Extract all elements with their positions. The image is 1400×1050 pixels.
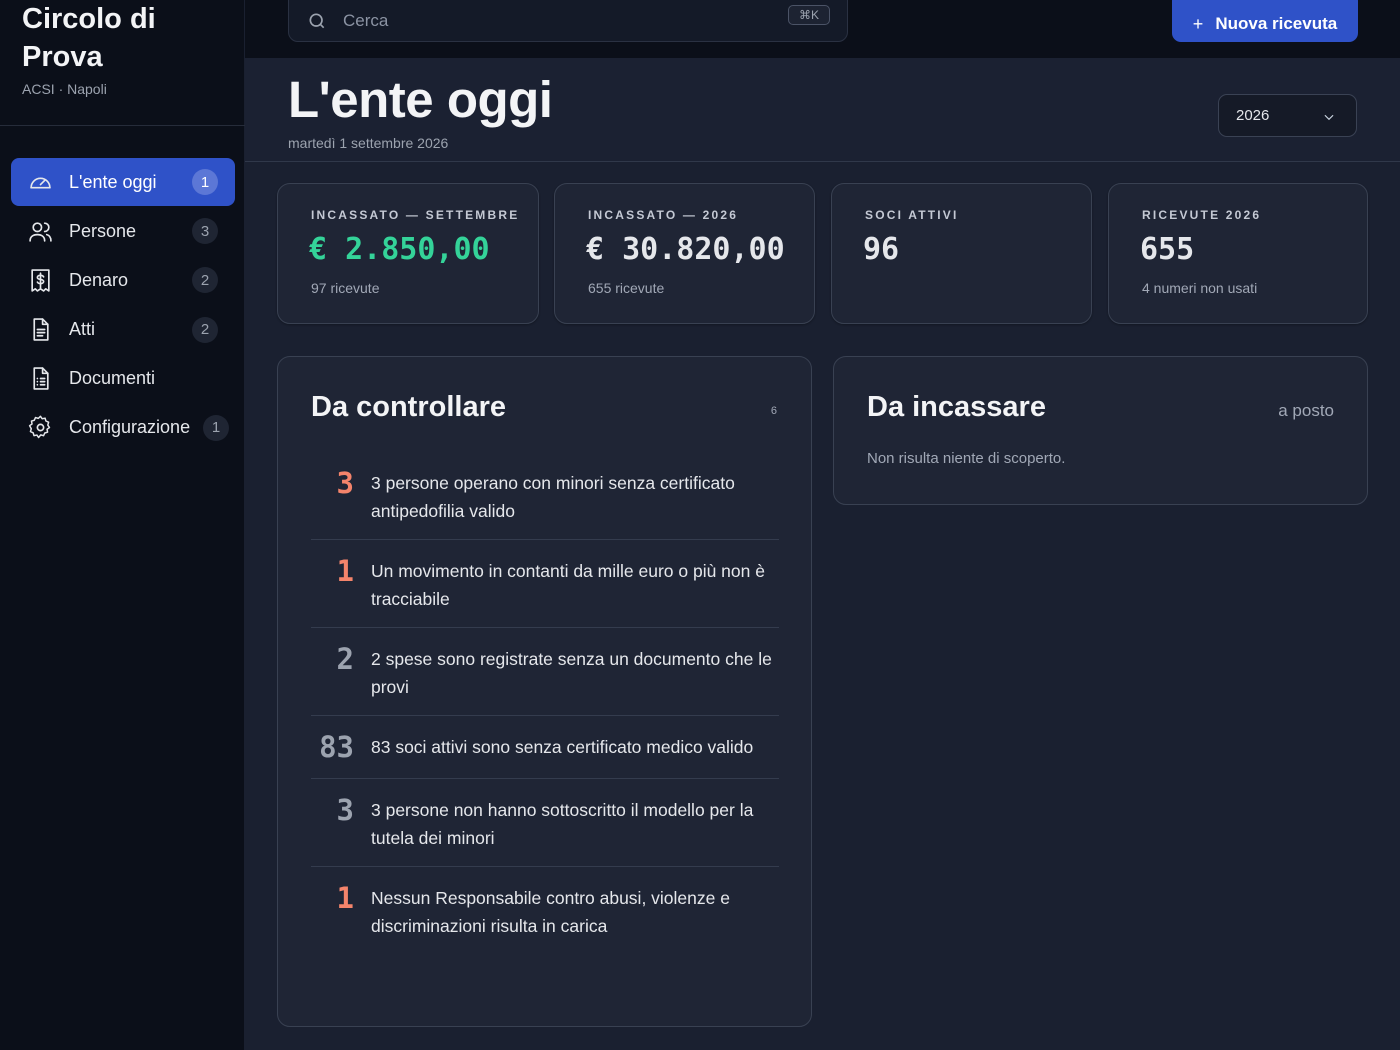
document-icon xyxy=(27,317,53,343)
sidebar-item-badge: 2 xyxy=(192,267,218,294)
sidebar-item-label: Documenti xyxy=(69,368,156,389)
check-text: 2 spese sono registrate senza un documen… xyxy=(371,649,772,697)
year-select-value: 2026 xyxy=(1236,107,1270,124)
check-text: 3 persone non hanno sottoscritto il mode… xyxy=(371,800,754,848)
page-date: martedì 1 settembre 2026 xyxy=(288,135,449,151)
sidebar-item-ente-oggi[interactable]: L'ente oggi 1 xyxy=(11,158,235,206)
stat-sub: 97 ricevute xyxy=(311,280,380,296)
stat-sub: 655 ricevute xyxy=(588,280,665,296)
stat-sub: 4 numeri non usati xyxy=(1142,280,1258,296)
check-count: 2 xyxy=(336,642,354,676)
users-icon xyxy=(27,218,53,244)
stat-label: SOCI ATTIVI xyxy=(865,208,959,222)
new-receipt-label: Nuova ricevuta xyxy=(1215,14,1338,33)
stat-card-soci-attivi: SOCI ATTIVI 96 xyxy=(831,183,1092,324)
stat-card-incassato-mese: INCASSATO — SETTEMBRE € 2.850,00 97 rice… xyxy=(277,183,539,324)
stat-card-ricevute: RICEVUTE 2026 655 4 numeri non usati xyxy=(1108,183,1368,324)
page-title: L'ente oggi xyxy=(288,71,553,128)
check-count: 3 xyxy=(336,793,354,827)
stat-value: € 2.850,00 xyxy=(309,232,490,267)
check-item[interactable]: 1 Un movimento in contanti da mille euro … xyxy=(311,540,779,628)
sidebar-item-configurazione[interactable]: Configurazione 1 xyxy=(11,404,235,452)
sidebar: Circolo di Prova ACSI · Napoli L'ente og… xyxy=(0,0,245,1050)
sidebar-divider xyxy=(0,125,245,126)
sidebar-item-label: Atti xyxy=(69,319,96,340)
check-count: 1 xyxy=(336,881,354,915)
chevron-down-icon xyxy=(1324,114,1334,121)
page-header: L'ente oggi martedì 1 settembre 2026 202… xyxy=(245,58,1400,162)
search-input[interactable]: Cerca ⌘K xyxy=(288,0,848,42)
stat-value: 96 xyxy=(863,232,900,267)
sidebar-item-persone[interactable]: Persone 3 xyxy=(11,207,235,255)
search-icon xyxy=(309,13,325,29)
sidebar-item-atti[interactable]: Atti 2 xyxy=(11,306,235,354)
sidebar-item-label: Denaro xyxy=(69,269,129,290)
collect-status: a posto xyxy=(1278,401,1334,420)
sidebar-item-label: Configurazione xyxy=(69,417,191,438)
check-count: 1 xyxy=(336,554,354,588)
year-select[interactable]: 2026 xyxy=(1218,94,1357,137)
sidebar-item-label: Persone xyxy=(69,220,137,241)
main-content: L'ente oggi martedì 1 settembre 2026 202… xyxy=(245,58,1400,1050)
checks-count: 6 xyxy=(770,405,777,417)
sidebar-item-badge: 2 xyxy=(192,316,218,343)
gauge-icon xyxy=(27,169,53,195)
checks-list: 3 3 persone operano con minori senza cert… xyxy=(311,452,779,954)
sidebar-item-documenti[interactable]: Documenti xyxy=(11,355,235,403)
check-item[interactable]: 2 2 spese sono registrate senza un docume… xyxy=(311,628,779,716)
check-item[interactable]: 1 Nessun Responsabile contro abusi, viole… xyxy=(311,867,779,954)
org-name: Circolo di Prova xyxy=(22,3,156,73)
stat-value: € 30.820,00 xyxy=(586,232,785,267)
sidebar-item-badge: 1 xyxy=(203,414,229,441)
stat-value: 655 xyxy=(1140,232,1195,267)
search-shortcut: ⌘K xyxy=(787,5,830,25)
check-text: Nessun Responsabile contro abusi, violen… xyxy=(371,888,730,936)
stat-card-incassato-anno: INCASSATO — 2026 € 30.820,00 655 ricevut… xyxy=(554,183,815,324)
sidebar-item-badge: 1 xyxy=(192,169,218,195)
receipt-dollar-icon xyxy=(27,267,53,293)
new-receipt-button[interactable]: + Nuova ricevuta xyxy=(1172,0,1358,42)
collect-title: Da incassare xyxy=(867,391,1046,423)
check-text: 3 persone operano con minori senza certi… xyxy=(371,473,735,521)
stat-label: INCASSATO — 2026 xyxy=(588,208,739,222)
stat-label: RICEVUTE 2026 xyxy=(1142,208,1262,222)
check-text: Un movimento in contanti da mille euro o… xyxy=(371,561,765,609)
check-count: 83 xyxy=(319,730,354,764)
check-item[interactable]: 3 3 persone operano con minori senza cert… xyxy=(311,452,779,540)
stat-label: INCASSATO — SETTEMBRE xyxy=(311,208,520,222)
checks-panel: Da controllare 6 3 3 persone operano con … xyxy=(277,356,812,1027)
check-count: 3 xyxy=(336,466,354,500)
org-subtitle: ACSI · Napoli xyxy=(22,81,107,97)
document-list-icon xyxy=(27,366,53,392)
check-text: 83 soci attivi sono senza certificato me… xyxy=(371,737,754,757)
collect-panel: Da incassare a posto Non risulta niente … xyxy=(833,356,1368,505)
checks-title: Da controllare xyxy=(311,391,506,423)
check-item[interactable]: 3 3 persone non hanno sottoscritto il mod… xyxy=(311,779,779,867)
plus-icon: + xyxy=(1192,13,1204,34)
sidebar-item-label: L'ente oggi xyxy=(69,171,157,192)
collect-empty-message: Non risulta niente di scoperto. xyxy=(867,450,1066,467)
check-item[interactable]: 83 83 soci attivi sono senza certificato … xyxy=(311,716,779,779)
search-placeholder: Cerca xyxy=(343,11,389,30)
sidebar-item-denaro[interactable]: Denaro 2 xyxy=(11,256,235,304)
gear-icon xyxy=(27,415,53,441)
sidebar-item-badge: 3 xyxy=(192,218,218,245)
sidebar-nav: L'ente oggi 1 Persone 3 Denaro 2 Atti 2 xyxy=(11,158,235,453)
